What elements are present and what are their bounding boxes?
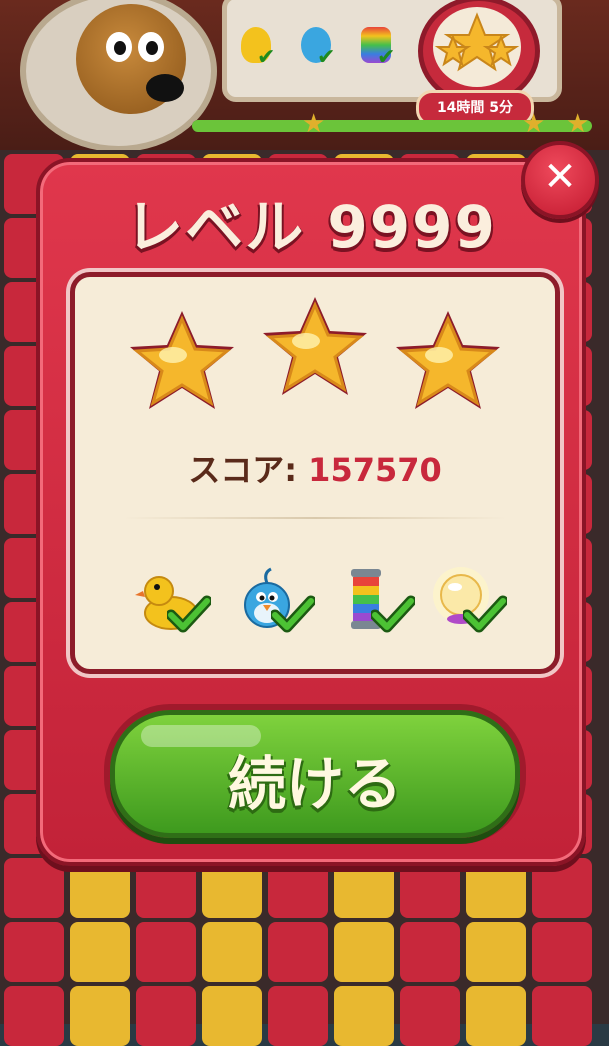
checkmark-icon <box>371 595 415 633</box>
board-tile <box>136 922 196 982</box>
avatar <box>20 0 217 152</box>
close-button[interactable]: ✕ <box>521 141 599 219</box>
board-tile <box>202 922 262 982</box>
board-tile <box>532 986 592 1046</box>
board-tile <box>136 986 196 1046</box>
board-tile <box>70 922 130 982</box>
board-tile <box>400 986 460 1046</box>
board-tile <box>268 986 328 1046</box>
score-value: 157570 <box>308 451 442 489</box>
star-icon <box>263 297 367 395</box>
bird-icon <box>237 565 315 637</box>
board-tile <box>466 858 526 918</box>
continue-label: 続ける <box>227 750 402 818</box>
star-icon <box>130 311 234 409</box>
divider <box>123 517 507 519</box>
checkmark-icon <box>167 595 211 633</box>
duck-icon <box>133 565 211 637</box>
board-tile <box>268 858 328 918</box>
rainbow-canister-icon: ✔ <box>361 27 395 70</box>
board-tile <box>4 986 64 1046</box>
board-tile <box>400 922 460 982</box>
board-tile <box>466 922 526 982</box>
board-tile <box>466 986 526 1046</box>
close-icon: ✕ <box>543 154 577 200</box>
board-tile <box>70 986 130 1046</box>
stars-row <box>75 297 555 425</box>
board-tile <box>4 858 64 918</box>
board-tile <box>70 858 130 918</box>
score-display: スコア: 157570 <box>75 445 555 491</box>
bear-mascot-icon <box>76 4 186 114</box>
progress-star-icon: ★ <box>566 109 590 139</box>
checkmark-icon <box>463 595 507 633</box>
level-complete-dialog: レベル 9999 スコア: 157570 続ける <box>36 158 586 866</box>
board-tile <box>268 922 328 982</box>
board-tile <box>334 986 394 1046</box>
rainbow-canister-icon <box>337 565 415 637</box>
disco-ball-icon <box>429 565 507 637</box>
level-title: レベル 9999 <box>125 193 497 261</box>
board-tile <box>532 922 592 982</box>
bird-icon: ✔ <box>301 27 335 70</box>
star-icon <box>396 311 500 409</box>
board-tile <box>334 922 394 982</box>
board-tile <box>4 922 64 982</box>
top-bar: ✔ ✔ ✔ 14時間 5分 ★ ★ ★ <box>0 0 609 152</box>
duck-icon: ✔ <box>241 27 275 70</box>
continue-button[interactable]: 続ける <box>110 710 520 838</box>
board-tile <box>202 858 262 918</box>
progress-star-icon: ★ <box>302 109 326 139</box>
board-tile <box>532 858 592 918</box>
checkmark-icon <box>271 595 315 633</box>
board-tile <box>136 858 196 918</box>
board-tile <box>400 858 460 918</box>
progress-star-icon: ★ <box>522 109 546 139</box>
board-tile <box>334 858 394 918</box>
board-tile <box>202 986 262 1046</box>
score-label: スコア: <box>188 451 298 489</box>
results-panel: スコア: 157570 <box>70 272 560 674</box>
